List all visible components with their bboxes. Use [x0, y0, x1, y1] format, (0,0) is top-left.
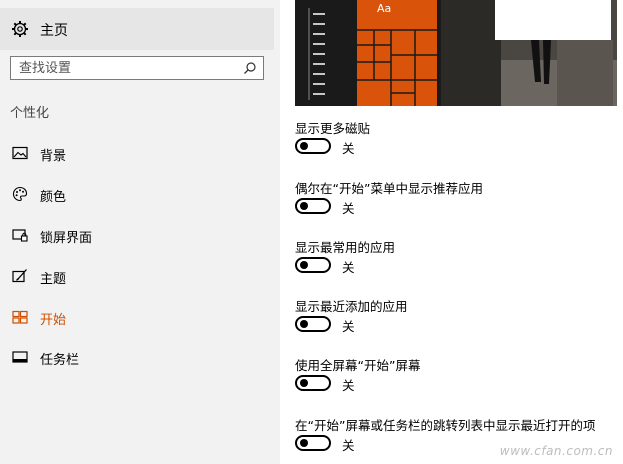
sidebar-item-themes[interactable]: 主题 [0, 261, 274, 291]
setting-recently-added-apps: 显示最近添加的应用 关 [295, 296, 615, 342]
sidebar-item-lock-screen[interactable]: 锁屏界面 [0, 220, 274, 250]
setting-show-suggestions: 偶尔在“开始”菜单中显示推荐应用 关 [295, 178, 615, 224]
home-button[interactable]: 主页 [0, 8, 274, 50]
toggle-state: 关 [342, 378, 355, 393]
sidebar-item-label: 任务栏 [40, 353, 80, 368]
setting-title: 使用全屏幕“开始”屏幕 [295, 358, 421, 373]
setting-title: 显示最近添加的应用 [295, 299, 408, 314]
sidebar-item-background[interactable]: 背景 [0, 138, 274, 168]
tile-text: Aa [377, 2, 392, 15]
toggle-switch[interactable] [295, 375, 331, 391]
section-heading: 个性化 [10, 106, 50, 121]
sidebar-item-taskbar[interactable]: 任务栏 [0, 342, 274, 372]
setting-title: 在“开始”屏幕或任务栏的跳转列表中显示最近打开的项 [295, 418, 596, 433]
sidebar-item-colors[interactable]: 颜色 [0, 179, 274, 209]
setting-title: 偶尔在“开始”菜单中显示推荐应用 [295, 181, 483, 196]
setting-most-used-apps: 显示最常用的应用 关 [295, 237, 615, 283]
toggle-knob [300, 379, 308, 387]
setting-title: 显示最常用的应用 [295, 240, 396, 255]
brush-icon [12, 269, 27, 283]
lock-screen-icon [12, 229, 28, 242]
sidebar: 主页 个性化 背景 颜色 锁屏界面 [0, 0, 280, 464]
preview-image [295, 0, 617, 106]
setting-title: 显示更多磁贴 [295, 121, 371, 136]
home-label: 主页 [40, 23, 68, 39]
picture-icon [12, 146, 28, 160]
toggle-switch[interactable] [295, 257, 331, 273]
toggle-knob [300, 202, 308, 210]
toggle-knob [300, 320, 308, 328]
search-input[interactable] [11, 57, 239, 79]
palette-icon [12, 186, 28, 202]
toggle-state: 关 [342, 141, 355, 156]
sidebar-item-label: 背景 [40, 149, 67, 164]
start-icon [12, 310, 28, 324]
toggle-knob [300, 439, 308, 447]
toggle-switch[interactable] [295, 316, 331, 332]
toggle-state: 关 [342, 438, 355, 453]
toggle-state: 关 [342, 201, 355, 216]
sidebar-item-label: 开始 [40, 313, 67, 328]
setting-show-more-tiles: 显示更多磁贴 关 [295, 118, 615, 164]
taskbar-icon [12, 351, 28, 363]
toggle-knob [300, 142, 308, 150]
search-icon[interactable] [243, 61, 257, 75]
start-menu-preview: Aa [295, 0, 617, 106]
sidebar-item-label: 主题 [40, 272, 67, 287]
toggle-switch[interactable] [295, 198, 331, 214]
search-box [10, 56, 264, 80]
setting-full-screen-start: 使用全屏幕“开始”屏幕 关 [295, 355, 615, 401]
toggle-state: 关 [342, 260, 355, 275]
toggle-knob [300, 261, 308, 269]
sidebar-item-label: 颜色 [40, 190, 67, 205]
toggle-switch[interactable] [295, 138, 331, 154]
toggle-state: 关 [342, 319, 355, 334]
sidebar-item-label: 锁屏界面 [40, 231, 93, 246]
watermark: www.cfan.com.cn [499, 444, 613, 458]
toggle-switch[interactable] [295, 435, 331, 451]
gear-icon [12, 21, 28, 37]
sidebar-item-start[interactable]: 开始 [0, 302, 274, 332]
